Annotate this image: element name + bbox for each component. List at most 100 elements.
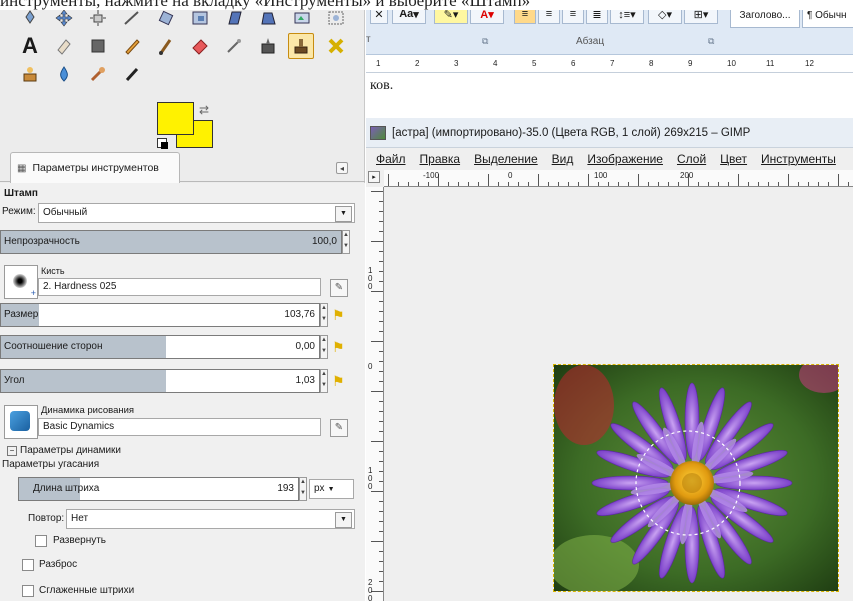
ruler-tick — [379, 311, 383, 312]
brush-field[interactable]: 2. Hardness 025 — [38, 278, 321, 296]
ruler-tick — [468, 182, 469, 186]
aspect-reset-icon[interactable]: ⚑ — [332, 339, 346, 355]
ruler-tick — [379, 201, 383, 202]
brush-label: Кисть — [41, 266, 65, 276]
ruler-tick — [738, 174, 739, 186]
ruler-tick — [788, 174, 789, 186]
ruler-tick — [379, 451, 383, 452]
ruler-tick — [458, 182, 459, 186]
brush-edit-icon[interactable]: ✎ — [330, 279, 348, 297]
airbrush-tool-icon[interactable] — [222, 34, 246, 58]
ruler-tick — [638, 174, 639, 186]
ruler-tick — [379, 361, 383, 362]
ruler-tick — [379, 471, 383, 472]
menu-item[interactable]: Цвет — [720, 152, 747, 166]
chevron-down-icon: ▼ — [327, 486, 335, 493]
menu-item[interactable]: Правка — [420, 152, 461, 166]
ruler-tick — [379, 301, 383, 302]
size-spin[interactable]: ▲ ▼ — [320, 303, 328, 327]
menu-item[interactable]: Слой — [677, 152, 706, 166]
default-colors-icon[interactable] — [157, 138, 168, 149]
bucket-fill-icon[interactable] — [86, 34, 110, 58]
ruler-tick — [379, 421, 383, 422]
smudge-stamp-icon[interactable] — [18, 62, 42, 86]
word-document: ков. — [366, 73, 853, 118]
ruler-tick — [528, 182, 529, 186]
image-canvas[interactable] — [553, 364, 839, 592]
ruler-tick — [379, 581, 383, 582]
reverse-checkbox[interactable] — [35, 535, 47, 547]
caption-text: инструменты, нажмите на вкладку «Инструм… — [0, 0, 531, 10]
text-tool-icon[interactable]: A — [18, 33, 42, 58]
caption-strip: инструменты, нажмите на вкладку «Инструм… — [0, 0, 853, 10]
ruler-label: -100 — [423, 171, 440, 180]
ruler-tick — [808, 182, 809, 186]
swap-colors-icon[interactable]: ⇄ — [199, 103, 209, 117]
ruler-tick — [648, 182, 649, 186]
ruler-tick — [379, 431, 383, 432]
ruler-tick — [379, 331, 383, 332]
quick-mask-icon[interactable]: ▸ — [368, 171, 380, 183]
ruler-tick — [708, 182, 709, 186]
perspective-clone-icon[interactable] — [324, 34, 348, 58]
ruler-tick — [668, 182, 669, 186]
repeat-label: Повтор: — [28, 513, 65, 524]
paintbrush-tool-icon[interactable] — [154, 34, 178, 58]
menu-item[interactable]: Инструменты — [761, 152, 836, 166]
heal-tool-icon[interactable] — [52, 34, 76, 58]
opacity-slider[interactable]: Непрозрачность 100,0 — [0, 230, 342, 254]
clone-stamp-tool-icon[interactable] — [288, 33, 314, 59]
angle-reset-icon[interactable]: ⚑ — [332, 373, 346, 389]
ruler-number: 5 — [532, 59, 537, 68]
stroke-length-spin[interactable]: ▲ ▼ — [299, 477, 307, 501]
paragraph-launcher-icon[interactable]: ⧉ — [708, 36, 714, 47]
angle-slider[interactable]: Угол 1,03 — [0, 369, 320, 393]
tool-options-panel: Штамп Режим: Обычный ▼ Непрозрачность 10… — [0, 183, 365, 601]
menu-item[interactable]: Выделение — [474, 152, 538, 166]
unit-select[interactable]: px ▼ — [309, 479, 354, 499]
ruler-tick — [379, 211, 383, 212]
mode-select[interactable]: Обычный ▼ — [38, 203, 355, 223]
ruler-tick — [379, 551, 383, 552]
dynamics-options-expander[interactable]: − Параметры динамики — [7, 445, 121, 456]
opacity-spin[interactable]: ▲ ▼ — [342, 230, 350, 254]
eraser-tool-icon[interactable] — [188, 34, 212, 58]
window-titlebar: [астра] (импортировано)-35.0 (Цвета RGB,… — [366, 118, 853, 148]
brush-preview[interactable]: + — [4, 265, 38, 299]
dodge-burn-icon[interactable] — [120, 62, 144, 86]
menu-item[interactable]: Изображение — [587, 152, 663, 166]
ruler-tick — [379, 401, 383, 402]
dynamics-preview[interactable] — [4, 405, 38, 439]
aspect-ratio-slider[interactable]: Соотношение сторон 0,00 — [0, 335, 320, 359]
dynamics-edit-icon[interactable]: ✎ — [330, 419, 348, 437]
aspect-spin[interactable]: ▲ ▼ — [320, 335, 328, 359]
ruler-tick — [379, 521, 383, 522]
foreground-color-swatch[interactable] — [157, 102, 194, 135]
angle-spin[interactable]: ▲ ▼ — [320, 369, 328, 393]
tab-menu-icon[interactable]: ◂ — [336, 162, 348, 174]
size-slider[interactable]: Размер 103,76 — [0, 303, 320, 327]
menu-item[interactable]: Файл — [376, 152, 406, 166]
ink-tool-icon[interactable] — [256, 34, 280, 58]
size-reset-icon[interactable]: ⚑ — [332, 307, 346, 323]
ruler-tick — [379, 411, 383, 412]
blur-tool-icon[interactable] — [52, 62, 76, 86]
ruler-tick — [371, 191, 383, 192]
smudge-tool-icon[interactable] — [86, 62, 110, 86]
tab-tool-options[interactable]: ▦ Параметры инструментов — [10, 152, 180, 183]
size-label: Размер — [4, 309, 39, 320]
stroke-length-slider[interactable]: Длина штриха 193 — [18, 477, 299, 501]
repeat-select[interactable]: Нет ▼ — [66, 509, 355, 529]
fade-options-label: Параметры угасания — [2, 459, 100, 470]
ruler-tick — [758, 182, 759, 186]
dynamics-field[interactable]: Basic Dynamics — [38, 418, 321, 436]
smooth-strokes-checkbox[interactable] — [22, 585, 34, 597]
stroke-length-value: 193 — [277, 483, 294, 494]
pencil-tool-icon[interactable] — [120, 34, 144, 58]
menu-item[interactable]: Вид — [552, 152, 574, 166]
ruler-number: 11 — [766, 59, 775, 68]
ruler-tick — [678, 182, 679, 186]
font-group-launcher-icon[interactable]: ⧉ — [482, 36, 488, 47]
scatter-checkbox[interactable] — [22, 559, 34, 571]
ruler-tick — [379, 371, 383, 372]
